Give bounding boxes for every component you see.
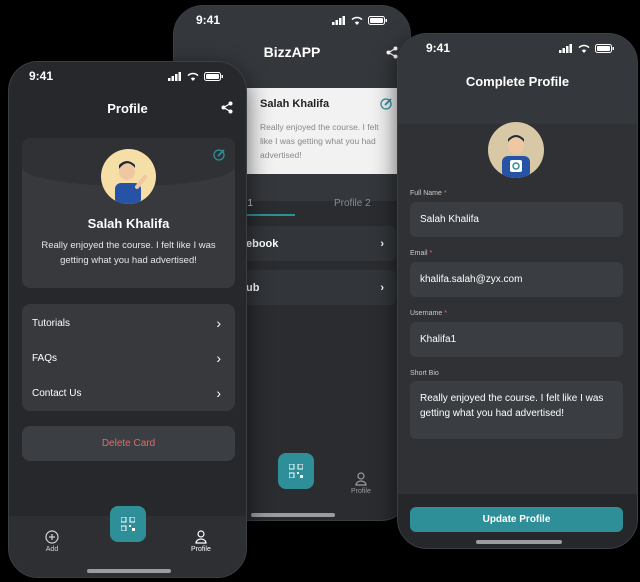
profile-card-preview[interactable]: Salah Khalifa Really enjoyed the course.… [236, 88, 404, 174]
chevron-right-icon: › [216, 385, 221, 401]
page-title: BizzAPP [263, 44, 321, 60]
person-icon [195, 530, 207, 544]
username-label: Username * [410, 310, 447, 317]
nav-profile-label: Profile [351, 488, 371, 495]
phone-profile: 9:41 Profile Salah Khalifa Really enjoye… [8, 61, 247, 578]
menu-item-contact-us[interactable]: Contact Us › [32, 383, 221, 403]
wifi-icon [351, 16, 363, 25]
nav-profile-label: Profile [191, 546, 211, 553]
qr-icon [121, 517, 135, 531]
email-value: khalifa.salah@zyx.com [420, 274, 523, 285]
short-bio-field[interactable]: Really enjoyed the course. I felt like I… [410, 381, 623, 439]
profile-card: Salah Khalifa Really enjoyed the course.… [22, 138, 235, 288]
status-time: 9:41 [196, 13, 221, 27]
status-bar: 9:41 [398, 34, 637, 62]
edit-icon[interactable] [213, 148, 226, 161]
home-indicator [87, 569, 171, 573]
short-bio-value: Really enjoyed the course. I felt like I… [420, 393, 604, 419]
avatar[interactable] [488, 122, 544, 178]
chevron-right-icon: › [380, 281, 384, 294]
wifi-icon [578, 44, 590, 53]
menu-item-label: FAQs [32, 352, 58, 364]
share-icon[interactable] [386, 46, 398, 59]
nav-profile[interactable]: Profile [191, 530, 211, 553]
signal-icon [168, 71, 181, 81]
page-title: Complete Profile [465, 74, 570, 89]
profile-bio: Really enjoyed the course. I felt like I… [41, 240, 216, 266]
card-bio: Really enjoyed the course. I felt like I… [260, 122, 379, 160]
edit-icon[interactable] [380, 97, 393, 110]
nav-add-label: Add [45, 546, 59, 553]
qr-icon [289, 464, 303, 478]
battery-icon [204, 71, 223, 81]
qr-button[interactable] [278, 453, 314, 489]
home-indicator [251, 513, 335, 517]
settings-menu: Tutorials › FAQs › Contact Us › [22, 304, 235, 411]
share-icon[interactable] [221, 101, 233, 114]
delete-card-button[interactable]: Delete Card [22, 426, 235, 461]
plus-circle-icon [45, 530, 59, 544]
username-field[interactable]: Khalifa1 [410, 322, 623, 357]
status-bar: 9:41 [174, 6, 410, 34]
email-field[interactable]: khalifa.salah@zyx.com [410, 262, 623, 297]
page-title: Profile [107, 101, 148, 116]
nav-add[interactable]: Add [45, 530, 59, 553]
status-time: 9:41 [29, 69, 54, 83]
short-bio-label: Short Bio [410, 370, 439, 377]
nav-profile[interactable]: Profile [351, 472, 371, 495]
full-name-value: Salah Khalifa [420, 214, 479, 225]
username-value: Khalifa1 [420, 334, 457, 345]
qr-button[interactable] [110, 506, 146, 542]
chevron-right-icon: › [216, 350, 221, 366]
profile-name: Salah Khalifa [87, 216, 170, 231]
chevron-right-icon: › [216, 315, 221, 331]
update-profile-button[interactable]: Update Profile [410, 507, 623, 532]
status-bar: 9:41 [9, 62, 246, 90]
status-time: 9:41 [426, 41, 451, 55]
battery-icon [368, 15, 387, 25]
signal-icon [559, 43, 572, 53]
chevron-right-icon: › [380, 237, 384, 250]
phone-complete-profile: 9:41 Complete Profile Full Name * Salah … [397, 33, 638, 549]
person-avatar-icon [115, 161, 147, 204]
menu-item-tutorials[interactable]: Tutorials › [32, 313, 221, 333]
person-icon [355, 472, 367, 486]
full-name-field[interactable]: Salah Khalifa [410, 202, 623, 237]
menu-item-faqs[interactable]: FAQs › [32, 348, 221, 368]
menu-item-label: Contact Us [32, 387, 82, 399]
signal-icon [332, 15, 345, 25]
avatar [101, 149, 156, 204]
card-name: Salah Khalifa [260, 98, 330, 110]
wifi-icon [187, 72, 199, 81]
tab-profile-2[interactable]: Profile 2 [334, 198, 371, 209]
person-avatar-icon [502, 135, 530, 178]
full-name-label: Full Name * [410, 190, 447, 197]
home-indicator [476, 540, 562, 544]
menu-item-label: Tutorials [32, 317, 70, 329]
battery-icon [595, 43, 614, 53]
email-label: Email * [410, 250, 433, 257]
